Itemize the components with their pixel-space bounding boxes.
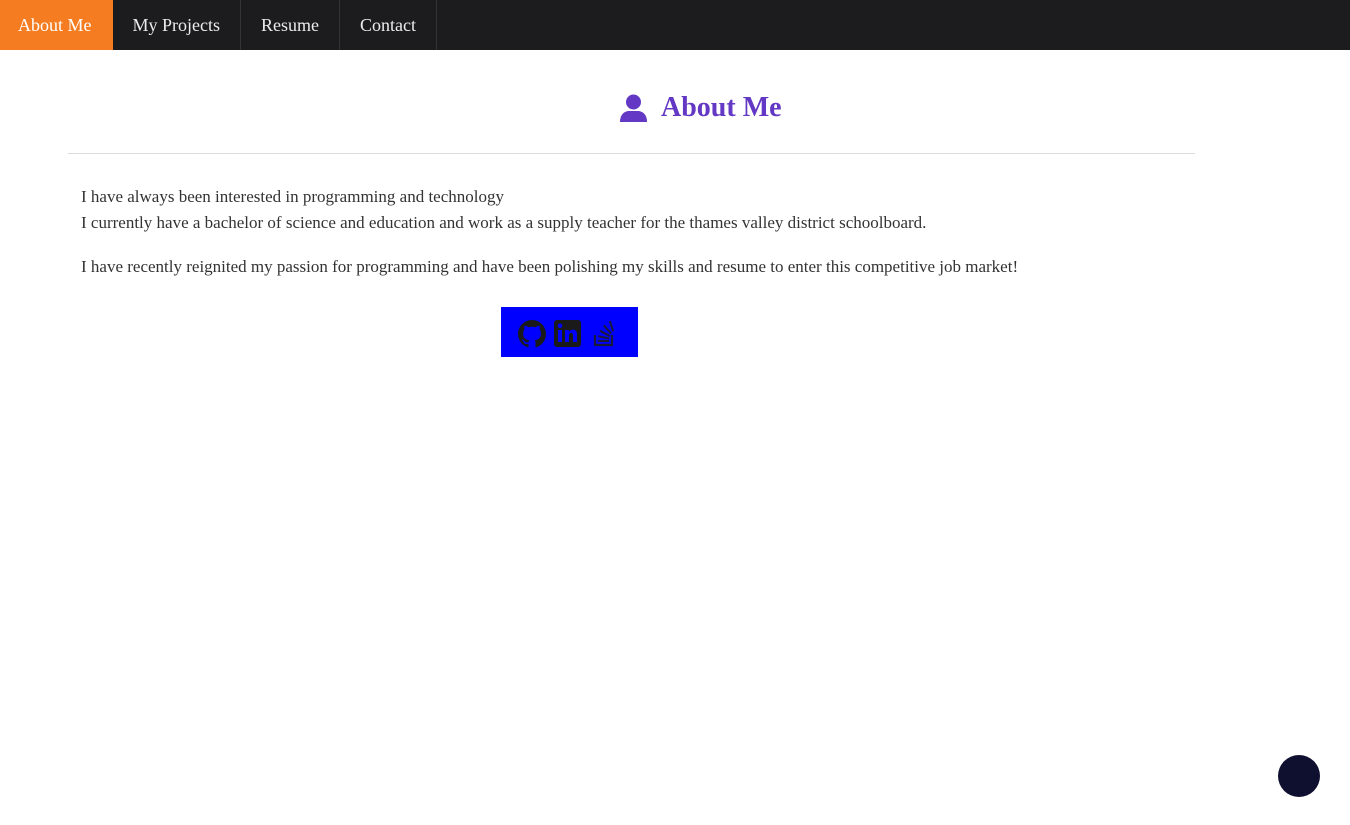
stackoverflow-link[interactable] xyxy=(591,320,619,348)
about-content: I have always been interested in program… xyxy=(81,184,1181,280)
social-links xyxy=(501,307,638,357)
page-title: About Me xyxy=(661,92,782,123)
linkedin-icon xyxy=(554,320,581,347)
nav-item-resume[interactable]: Resume xyxy=(241,0,340,50)
navbar: About Me My Projects Resume Contact xyxy=(0,0,1350,50)
page-header: About Me xyxy=(68,50,1195,154)
github-icon xyxy=(518,320,546,348)
user-icon xyxy=(619,94,648,123)
nav-item-contact[interactable]: Contact xyxy=(340,0,437,50)
title-wrap: About Me xyxy=(619,90,782,126)
about-line-3: I have recently reignited my passion for… xyxy=(81,257,1019,276)
about-line-2: I currently have a bachelor of science a… xyxy=(81,213,927,232)
nav-item-my-projects[interactable]: My Projects xyxy=(113,0,241,50)
linkedin-link[interactable] xyxy=(554,320,582,348)
stackoverflow-icon xyxy=(593,320,615,347)
about-line-1: I have always been interested in program… xyxy=(81,187,504,206)
scroll-to-top-button[interactable] xyxy=(1278,755,1320,797)
nav-item-about-me[interactable]: About Me xyxy=(0,0,113,50)
github-link[interactable] xyxy=(518,320,546,348)
